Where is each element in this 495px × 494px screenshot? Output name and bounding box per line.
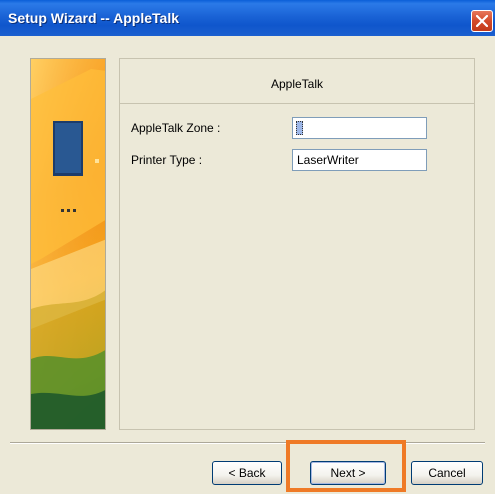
- close-icon: [476, 15, 488, 27]
- setup-wizard-window: Setup Wizard -- AppleTalk AppleTalk Appl…: [0, 0, 495, 494]
- back-button[interactable]: < Back: [212, 461, 282, 485]
- apple-talk-settings-panel: AppleTalk AppleTalk Zone : Printer Type …: [119, 58, 475, 430]
- title-bar[interactable]: Setup Wizard -- AppleTalk: [0, 0, 495, 36]
- panel-divider: [120, 103, 474, 104]
- printer-type-input[interactable]: LaserWriter: [292, 149, 427, 171]
- wizard-side-illustration: [30, 58, 106, 430]
- text-cursor-icon: [296, 121, 303, 135]
- printer-type-label: Printer Type :: [131, 153, 203, 167]
- window-title: Setup Wizard -- AppleTalk: [8, 10, 179, 26]
- close-button[interactable]: [471, 10, 493, 32]
- panel-heading: AppleTalk: [270, 77, 324, 91]
- apple-talk-zone-input[interactable]: [292, 117, 427, 139]
- printer-illustration-icon: [31, 59, 105, 429]
- button-area-divider: [10, 442, 485, 444]
- apple-talk-zone-label: AppleTalk Zone :: [131, 121, 221, 135]
- cancel-button[interactable]: Cancel: [411, 461, 483, 485]
- next-button-highlight: [286, 440, 406, 492]
